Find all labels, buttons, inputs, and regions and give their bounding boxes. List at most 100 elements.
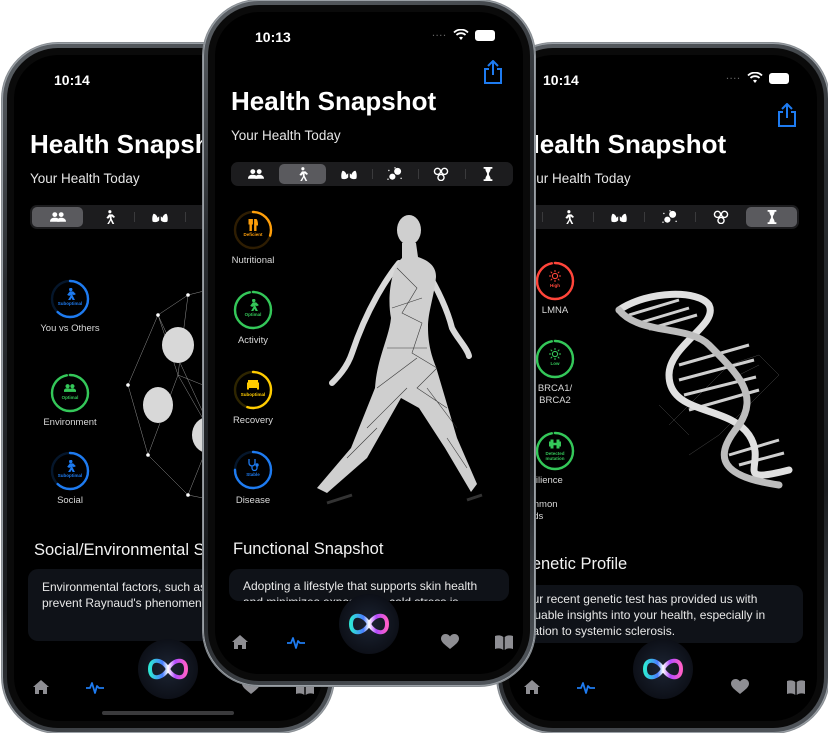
dumbbell-icon xyxy=(549,438,561,450)
tab-library[interactable] xyxy=(787,679,805,695)
hourglass-icon xyxy=(480,167,496,181)
assistant-button[interactable] xyxy=(339,594,399,654)
metric-label: Environment xyxy=(43,417,97,428)
walking-figure-icon xyxy=(101,210,117,224)
metric-label: Social xyxy=(57,495,83,506)
tab-home[interactable] xyxy=(523,679,541,695)
house-icon xyxy=(523,679,541,695)
battery-icon xyxy=(769,72,789,84)
segment-social[interactable] xyxy=(233,164,279,184)
screen-functional: 10:13 ···· Health Snapshot Your Health T… xyxy=(215,12,523,674)
tab-library[interactable] xyxy=(495,634,513,650)
tab-health[interactable] xyxy=(287,634,305,650)
bed-icon xyxy=(247,379,259,391)
metric-status: Suboptimal xyxy=(57,473,83,478)
heartbeat-icon xyxy=(577,679,595,695)
tab-favorites[interactable] xyxy=(731,679,749,695)
metric-ring[interactable]: Optimal xyxy=(233,290,273,330)
tab-favorites[interactable] xyxy=(441,634,459,650)
tab-health[interactable] xyxy=(86,679,104,695)
tab-health[interactable] xyxy=(577,679,595,695)
insight-card: Your recent genetic test has provided us… xyxy=(509,585,803,643)
metric-ring[interactable]: High xyxy=(535,261,575,301)
segment-genetic[interactable] xyxy=(464,164,511,184)
status-bar: 10:14 ···· xyxy=(509,69,817,93)
section-title: Genetic Profile xyxy=(519,555,628,573)
metric-label: Nutritional xyxy=(231,255,275,266)
metric-label: Disease xyxy=(235,495,271,506)
metric-status: Low xyxy=(550,361,560,366)
segment-functional[interactable] xyxy=(279,164,326,184)
metric-ring[interactable]: Deficient xyxy=(233,210,273,250)
page-subtitle: Your Health Today xyxy=(521,171,631,186)
dna-helix-illustration xyxy=(615,290,793,489)
heartbeat-icon xyxy=(86,679,104,695)
infinity-orb-icon xyxy=(348,613,390,635)
molecule-icon xyxy=(713,210,729,224)
stethoscope-icon xyxy=(247,459,259,471)
house-icon xyxy=(32,679,50,695)
status-bar: 10:13 ···· xyxy=(215,26,523,50)
metric-ring[interactable]: Suboptimal xyxy=(50,451,90,491)
infinity-orb-icon xyxy=(147,658,189,680)
heart-icon xyxy=(441,634,459,650)
walking-figure-icon xyxy=(64,460,76,472)
molecule-icon xyxy=(433,167,449,181)
category-segmented-control xyxy=(231,162,513,186)
page-title: Health Snapshot xyxy=(231,86,437,116)
home-indicator[interactable] xyxy=(102,711,234,715)
signal-dots: ···· xyxy=(726,73,741,83)
metric-ring[interactable]: Suboptimal xyxy=(50,279,90,319)
fork-knife-icon xyxy=(247,219,259,231)
segment-cellular[interactable] xyxy=(644,207,695,227)
metric-ring[interactable]: Stable xyxy=(233,450,273,490)
metric-status: Detected mutation xyxy=(545,451,565,461)
heart-icon xyxy=(731,679,749,695)
share-button[interactable] xyxy=(777,103,797,127)
metric-ring[interactable]: Optimal xyxy=(50,373,90,413)
metric-ring[interactable]: Low xyxy=(535,339,575,379)
people-icon xyxy=(50,210,66,224)
tab-home[interactable] xyxy=(32,679,50,695)
lungs-icon xyxy=(152,210,168,224)
segment-organ[interactable] xyxy=(134,207,185,227)
segment-functional[interactable] xyxy=(542,207,593,227)
segment-molecular[interactable] xyxy=(418,164,464,184)
assistant-button[interactable] xyxy=(138,639,198,699)
segment-cellular[interactable] xyxy=(371,164,418,184)
metric-ring[interactable]: Detected mutation xyxy=(535,431,575,471)
particles-icon xyxy=(387,167,403,181)
battery-icon xyxy=(475,29,495,41)
metric-status: High xyxy=(550,283,560,288)
phone-right: 10:14 ···· Health Snapshot Your Health T… xyxy=(497,43,828,733)
wifi-icon xyxy=(747,72,763,84)
metric-status: Optimal xyxy=(61,395,79,400)
metric-status: Optimal xyxy=(244,312,262,317)
assistant-button[interactable] xyxy=(633,639,693,699)
metric-ring[interactable]: Suboptimal xyxy=(233,370,273,410)
segment-organ[interactable] xyxy=(326,164,372,184)
segment-functional[interactable] xyxy=(83,207,134,227)
book-icon xyxy=(787,679,805,695)
walking-figure-icon xyxy=(294,167,310,181)
page-title: Health Snapshot xyxy=(521,129,727,159)
infinity-orb-icon xyxy=(642,658,684,680)
metric-status: Deficient xyxy=(243,232,263,237)
metric-status: Suboptimal xyxy=(57,301,83,306)
category-segmented-control xyxy=(509,205,799,229)
tab-bar xyxy=(509,639,817,705)
status-time: 10:14 xyxy=(543,72,579,88)
book-icon xyxy=(495,634,513,650)
phone-center: 10:13 ···· Health Snapshot Your Health T… xyxy=(203,0,535,686)
walking-figure-icon xyxy=(560,210,576,224)
share-button[interactable] xyxy=(483,60,503,84)
segment-organ[interactable] xyxy=(593,207,644,227)
segment-genetic[interactable] xyxy=(746,207,797,227)
lungs-icon xyxy=(611,210,627,224)
segment-social[interactable] xyxy=(32,207,83,227)
tab-home[interactable] xyxy=(231,634,249,650)
segment-molecular[interactable] xyxy=(695,207,746,227)
particles-icon xyxy=(662,210,678,224)
sun-icon xyxy=(549,270,561,282)
house-icon xyxy=(231,634,249,650)
